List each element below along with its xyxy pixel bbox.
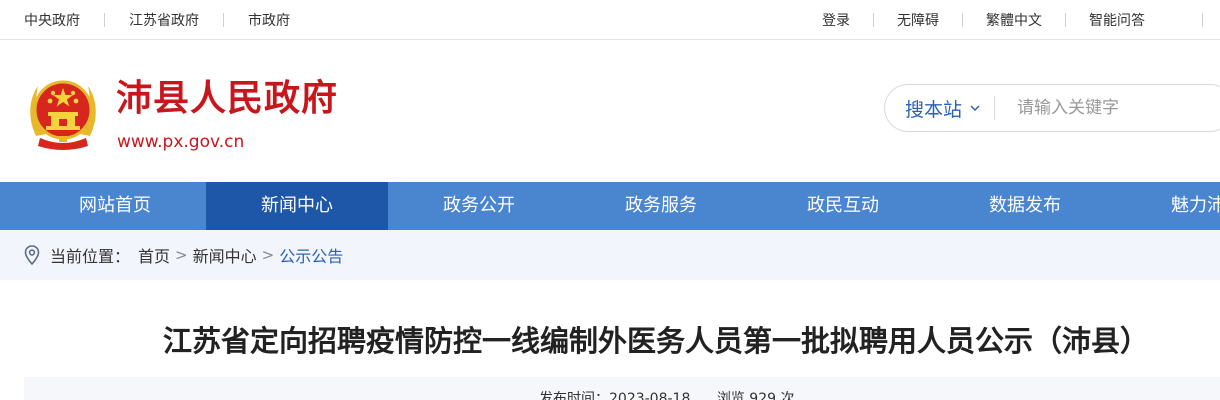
breadcrumb-current[interactable]: 公示公告 (279, 243, 343, 267)
link-traditional-chinese[interactable]: 繁體中文 (986, 10, 1042, 30)
link-jiangsu-government[interactable]: 江苏省政府 (129, 10, 199, 30)
breadcrumb: 当前位置： 首页 > 新闻中心 > 公示公告 (0, 230, 1220, 280)
top-links-right: 登录 无障碍 繁體中文 智能问答 (822, 0, 1145, 40)
views-count: 929 (749, 391, 777, 400)
link-login[interactable]: 登录 (822, 10, 850, 30)
publish-date: 2023-08-18 (609, 391, 691, 400)
search-divider (994, 96, 996, 120)
search-input[interactable] (1017, 98, 1198, 118)
breadcrumb-separator: > (175, 246, 188, 264)
top-divider (104, 13, 105, 27)
nav-item-government-services[interactable]: 政务服务 (570, 182, 752, 230)
nav-item-home[interactable]: 网站首页 (0, 182, 206, 230)
main-nav: 网站首页 新闻中心 政务公开 政务服务 政民互动 数据发布 魅力沛县 (0, 182, 1220, 230)
site-header: 沛县人民政府 www.px.gov.cn 搜本站 (0, 41, 1220, 182)
breadcrumb-separator: > (261, 246, 275, 264)
top-divider (873, 13, 874, 27)
article-meta: 发布时间：2023-08-18 浏览 929 次 (539, 388, 794, 400)
link-central-government[interactable]: 中央政府 (24, 10, 80, 30)
breadcrumb-section[interactable]: 新闻中心 (193, 243, 257, 267)
link-city-government[interactable]: 市政府 (248, 10, 290, 30)
views-label: 浏览 (716, 391, 745, 400)
breadcrumb-home[interactable]: 首页 (138, 243, 170, 267)
link-smart-qa[interactable]: 智能问答 (1089, 10, 1145, 30)
top-divider (962, 13, 963, 27)
site-name[interactable]: 沛县人民政府 (116, 77, 338, 120)
views-unit: 次 (780, 391, 795, 400)
top-divider (1065, 13, 1066, 27)
top-links-left: 中央政府 江苏省政府 市政府 (24, 0, 290, 40)
top-bar: 中央政府 江苏省政府 市政府 登录 无障碍 繁體中文 智能问答 (0, 0, 1220, 40)
article-meta-bar: 发布时间：2023-08-18 浏览 929 次 (24, 377, 1220, 400)
breadcrumb-label: 当前位置： (50, 247, 131, 266)
nav-item-data-release[interactable]: 数据发布 (934, 182, 1116, 230)
nav-item-government-affairs[interactable]: 政务公开 (388, 182, 570, 230)
link-accessibility[interactable]: 无障碍 (897, 10, 939, 30)
search-scope-label: 搜本站 (905, 98, 963, 121)
search-box: 搜本站 (884, 84, 1220, 132)
search-scope-dropdown[interactable]: 搜本站 (905, 95, 980, 122)
top-divider (1202, 13, 1203, 27)
article-title: 江苏省定向招聘疫情防控一线编制外医务人员第一批拟聘用人员公示（沛县） (162, 324, 1149, 358)
publish-label: 发布时间： (539, 391, 609, 400)
nav-item-news-center[interactable]: 新闻中心 (206, 182, 388, 230)
location-pin-icon (24, 245, 40, 265)
chevron-down-icon (970, 104, 980, 111)
top-divider (223, 13, 224, 27)
national-emblem-icon[interactable] (26, 74, 100, 152)
site-url: www.px.gov.cn (117, 132, 245, 152)
nav-item-public-interaction[interactable]: 政民互动 (752, 182, 934, 230)
nav-item-charm-peixian[interactable]: 魅力沛县 (1116, 182, 1220, 230)
